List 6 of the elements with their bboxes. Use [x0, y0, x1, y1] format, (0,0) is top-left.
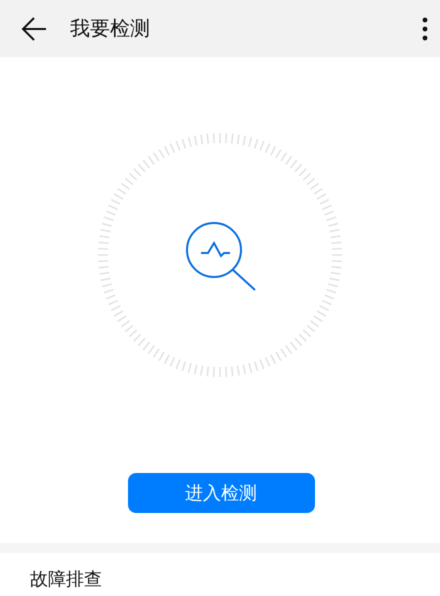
list-item[interactable]: 故障排查	[0, 553, 440, 596]
page-title: 我要检测	[70, 15, 151, 42]
back-arrow-icon[interactable]	[20, 14, 48, 42]
start-detection-button[interactable]: 进入检测	[128, 473, 314, 513]
more-options-icon[interactable]	[422, 16, 428, 40]
magnifier-pulse-icon	[184, 219, 257, 292]
